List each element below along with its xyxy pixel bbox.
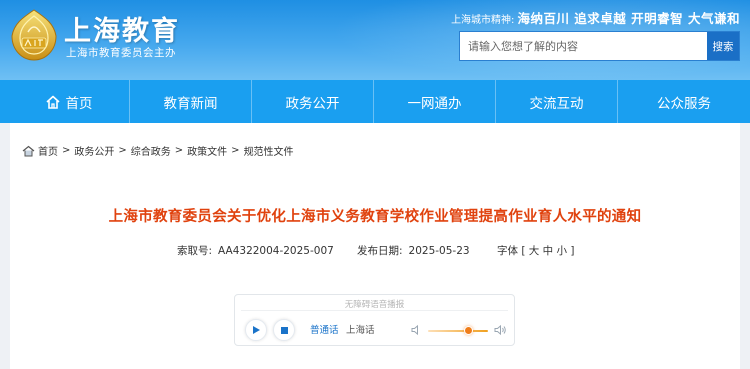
font-size-bracket-close: ]: [570, 245, 575, 257]
breadcrumb-separator: >: [118, 145, 127, 156]
index-number: 索取号: AA4322004-2025-007: [177, 243, 334, 258]
font-size-label: 字体: [497, 245, 518, 257]
site-title[interactable]: 上海教育: [64, 9, 180, 48]
shanghai-education-emblem-icon[interactable]: [8, 8, 60, 62]
city-spirit: 上海城市精神: 海纳百川 追求卓越 开明睿智 大气谦和: [451, 8, 740, 27]
site-header: 上海教育 上海市教育委员会主办 上海城市精神: 海纳百川 追求卓越 开明睿智 大…: [0, 0, 750, 80]
breadcrumb-separator: >: [174, 145, 184, 156]
nav-item-one-stop-service[interactable]: 一网通办: [374, 80, 496, 123]
article-panel: 首页 > 政务公开 > 综合政务 > 政策文件 > 规范性文件 上海市教育委员会…: [10, 123, 740, 369]
breadcrumb-policy-documents[interactable]: 政策文件: [187, 143, 227, 158]
nav-item-public-service[interactable]: 公众服务: [618, 80, 750, 123]
volume-slider-handle[interactable]: [464, 326, 474, 335]
search-button[interactable]: 搜索: [707, 32, 739, 60]
main-nav: 首页 教育新闻 政务公开 一网通办 交流互动 公众服务: [0, 80, 750, 123]
breadcrumb-general-affairs[interactable]: 综合政务: [131, 143, 171, 158]
volume-low-icon[interactable]: [411, 324, 423, 336]
play-button[interactable]: [245, 319, 267, 341]
mandarin-option[interactable]: 普通话: [310, 322, 339, 336]
city-spirit-label: 上海城市精神:: [451, 15, 515, 26]
breadcrumb-separator: >: [231, 145, 240, 156]
publish-date: 发布日期: 2025-05-23: [357, 243, 470, 258]
breadcrumb-separator: >: [62, 145, 71, 156]
shanghainese-option[interactable]: 上海话: [346, 322, 375, 336]
play-icon: [253, 326, 260, 334]
nav-item-education-news[interactable]: 教育新闻: [130, 80, 252, 123]
article-title: 上海市教育委员会关于优化上海市义务教育学校作业管理提高作业育人水平的通知: [108, 209, 642, 225]
accessibility-audio-player: 无障碍语音播报 普通话 上海话: [234, 294, 515, 346]
nav-item-home[interactable]: 首页: [0, 80, 130, 123]
home-icon: [22, 145, 35, 156]
city-spirit-text: 海纳百川 追求卓越 开明睿智 大气谦和: [517, 11, 740, 26]
home-icon: [45, 95, 60, 109]
nav-item-interaction[interactable]: 交流互动: [496, 80, 618, 123]
search-box: 搜索: [459, 31, 740, 61]
site-subtitle: 上海市教育委员会主办: [66, 47, 176, 59]
publish-date-label: 发布日期:: [357, 245, 403, 257]
search-input[interactable]: [460, 32, 707, 60]
index-number-label: 索取号:: [177, 245, 213, 257]
breadcrumb-home[interactable]: 首页: [38, 143, 58, 158]
font-size-medium[interactable]: 中: [543, 245, 554, 257]
volume-high-icon[interactable]: [494, 324, 507, 336]
player-hint: 无障碍语音播报: [344, 300, 405, 310]
stop-button[interactable]: [273, 319, 295, 341]
volume-slider-track[interactable]: [428, 330, 488, 332]
nav-item-government-affairs[interactable]: 政务公开: [252, 80, 374, 123]
stop-icon: [280, 326, 288, 334]
breadcrumb: 首页 > 政务公开 > 综合政务 > 政策文件 > 规范性文件: [22, 143, 294, 158]
breadcrumb-government-affairs[interactable]: 政务公开: [74, 143, 114, 158]
font-size-small[interactable]: 小: [556, 245, 567, 257]
publish-date-value: 2025-05-23: [408, 245, 470, 257]
breadcrumb-normative-documents[interactable]: 规范性文件: [244, 143, 294, 158]
font-size-large[interactable]: 大: [529, 245, 540, 257]
font-size-bracket-open: [: [521, 245, 526, 257]
font-size-control: 字体 [ 大 中 小 ]: [497, 243, 574, 258]
player-divider: [241, 310, 508, 311]
index-number-value: AA4322004-2025-007: [218, 245, 334, 257]
nav-item-label: 首页: [65, 95, 93, 112]
